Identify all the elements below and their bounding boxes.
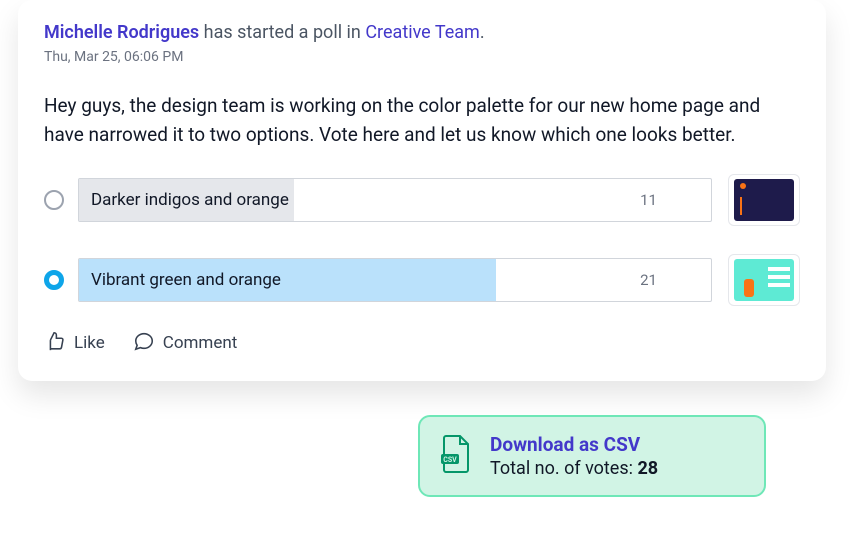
timestamp: Thu, Mar 25, 06:06 PM — [44, 49, 800, 65]
total-votes-text: Total no. of votes: 28 — [490, 458, 658, 479]
poll-headline: Michelle Rodrigues has started a poll in… — [44, 22, 800, 43]
option-count: 21 — [640, 271, 657, 289]
csv-file-icon: CSV — [438, 434, 474, 478]
thumbnail-image-icon — [734, 179, 794, 221]
like-label: Like — [74, 333, 105, 353]
thumbnail-image-icon — [734, 259, 794, 301]
option-thumbnail[interactable] — [728, 254, 800, 306]
team-link[interactable]: Creative Team — [365, 22, 480, 43]
option-count: 11 — [640, 191, 657, 209]
headline-mid: has started a poll in — [199, 22, 365, 43]
download-text-group: Download as CSV Total no. of votes: 28 — [490, 433, 658, 479]
user-link[interactable]: Michelle Rodrigues — [44, 22, 199, 43]
poll-option: Darker indigos and orange 11 — [44, 174, 800, 226]
option-label: Darker indigos and orange — [91, 190, 289, 210]
download-csv-callout: CSV Download as CSV Total no. of votes: … — [418, 415, 766, 497]
post-actions: Like Comment — [44, 330, 800, 357]
poll-card: Michelle Rodrigues has started a poll in… — [18, 0, 826, 381]
like-button[interactable]: Like — [44, 330, 105, 357]
radio-unselected[interactable] — [44, 190, 64, 210]
svg-text:CSV: CSV — [443, 456, 457, 464]
radio-selected[interactable] — [44, 270, 64, 290]
option-bar[interactable]: Vibrant green and orange 21 — [78, 258, 712, 302]
option-thumbnail[interactable] — [728, 174, 800, 226]
comment-label: Comment — [163, 333, 238, 353]
total-votes-prefix: Total no. of votes: — [490, 458, 637, 479]
option-bar[interactable]: Darker indigos and orange 11 — [78, 178, 712, 222]
poll-options: Darker indigos and orange 11 Vibrant gre… — [44, 174, 800, 306]
comment-button[interactable]: Comment — [133, 330, 238, 357]
thumbs-up-icon — [44, 330, 66, 357]
total-votes-count: 28 — [637, 458, 658, 479]
headline-period: . — [480, 22, 485, 43]
option-label: Vibrant green and orange — [91, 270, 281, 290]
download-csv-link[interactable]: Download as CSV — [490, 433, 658, 456]
poll-body: Hey guys, the design team is working on … — [44, 91, 800, 150]
poll-option: Vibrant green and orange 21 — [44, 254, 800, 306]
comment-icon — [133, 330, 155, 357]
